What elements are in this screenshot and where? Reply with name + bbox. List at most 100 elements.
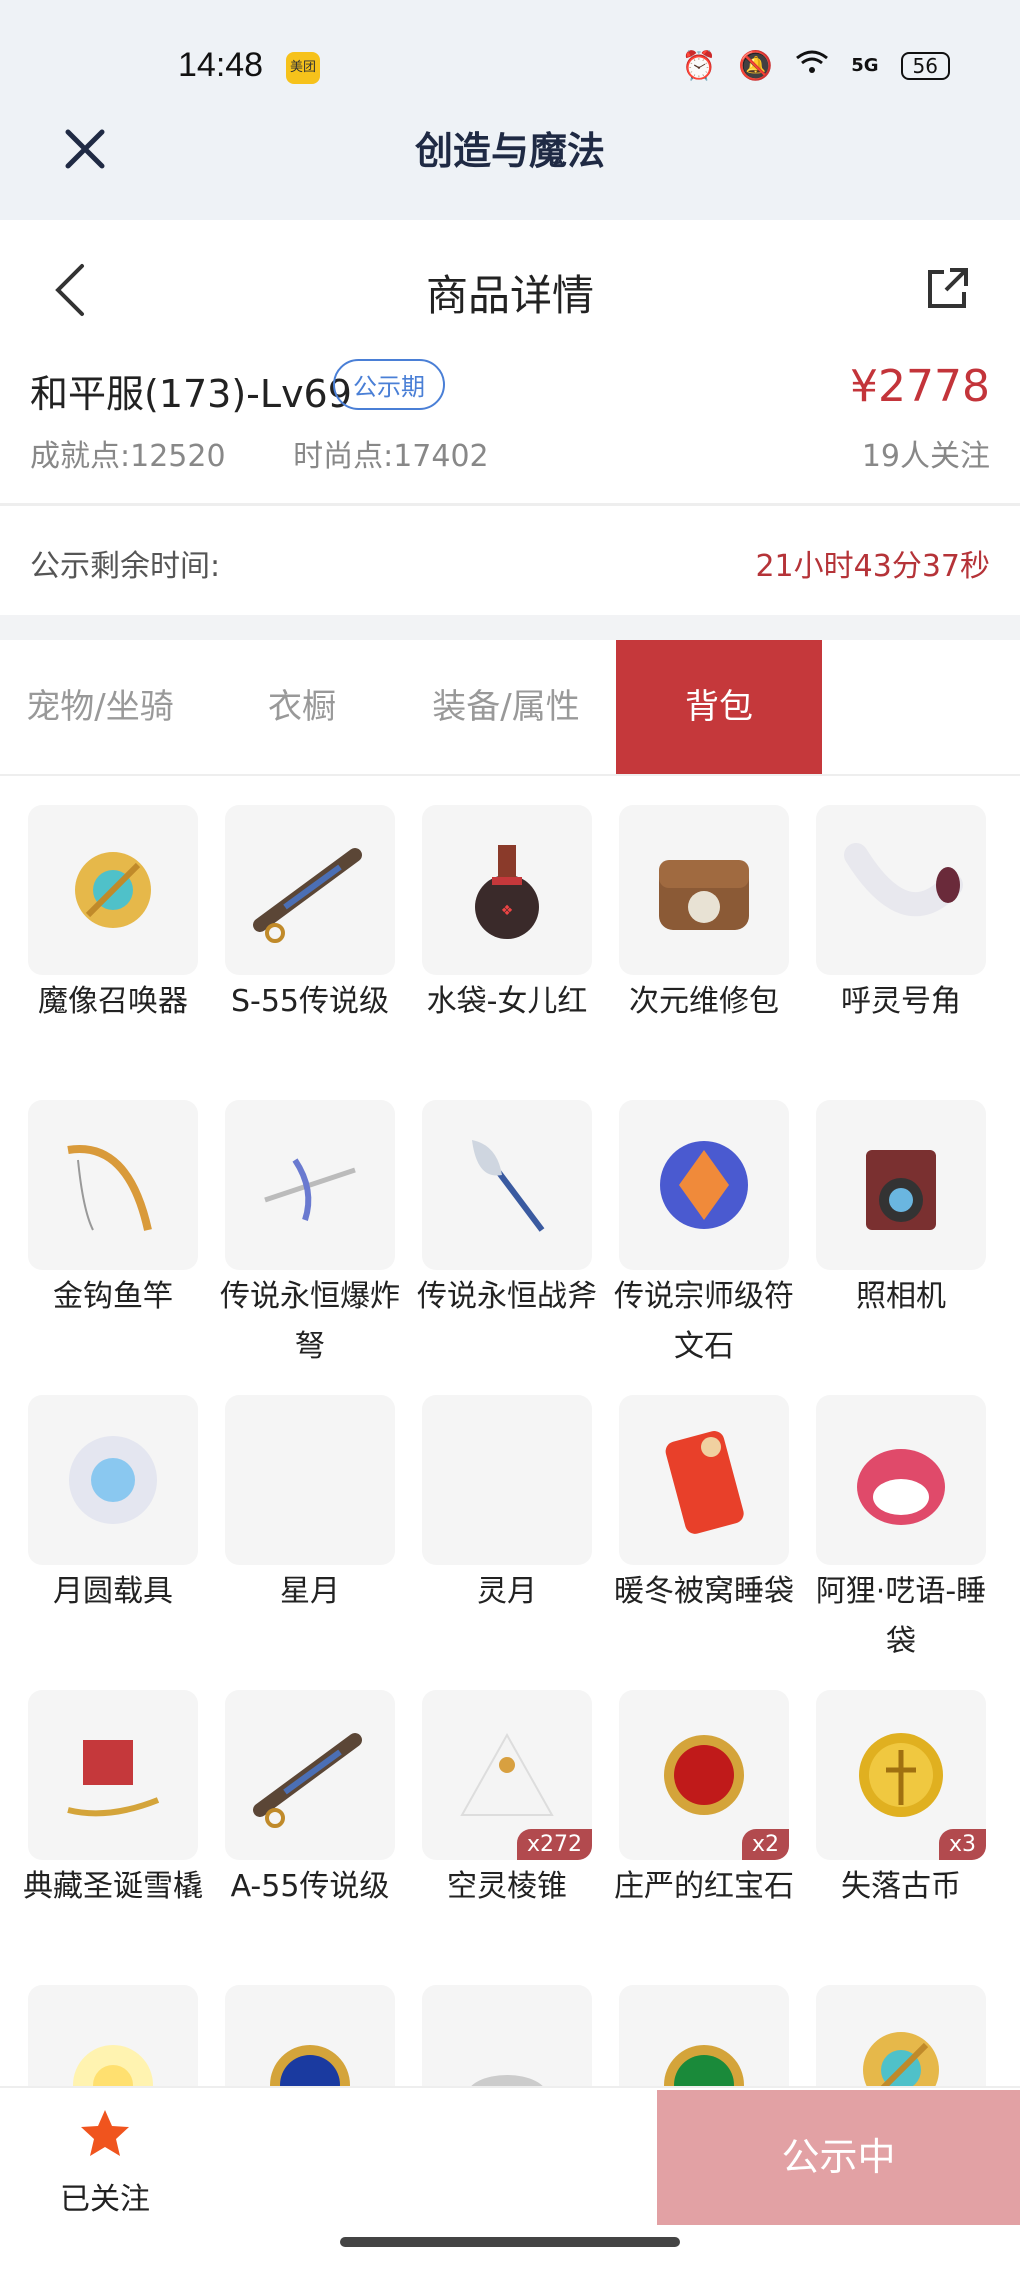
item-name: 暖冬被窝睡袋 bbox=[614, 1574, 794, 1609]
svg-text:❖: ❖ bbox=[501, 903, 514, 919]
item-thumbnail bbox=[816, 1395, 986, 1565]
sleeping-bag-icon bbox=[665, 1431, 744, 1534]
backpack-item[interactable]: 传说永恒战斧 bbox=[417, 1100, 597, 1322]
backpack-item[interactable]: A-55传说级 bbox=[225, 1690, 395, 1912]
rune-stone-icon bbox=[660, 1141, 748, 1229]
tab-wardrobe[interactable]: 衣橱 bbox=[200, 640, 404, 774]
backpack-item[interactable]: 传说宗师级符文石 bbox=[614, 1100, 794, 1372]
backpack-item[interactable]: x3 失落古币 bbox=[816, 1690, 986, 1912]
item-name: 金钩鱼竿 bbox=[53, 1279, 173, 1314]
item-thumbnail bbox=[816, 1100, 986, 1270]
battle-axe-icon bbox=[472, 1140, 545, 1232]
share-icon[interactable] bbox=[924, 266, 970, 312]
item-thumbnail bbox=[28, 1100, 198, 1270]
status-icons: ⏰ 🔕 5G 56 bbox=[681, 48, 950, 83]
gourd-bottle-icon: ❖ bbox=[475, 845, 539, 939]
mute-icon: 🔕 bbox=[738, 49, 774, 82]
item-name: 魔像召唤器 bbox=[38, 984, 188, 1019]
item-name: 月圆载具 bbox=[53, 1574, 173, 1609]
star-icon bbox=[81, 2110, 129, 2156]
battery-icon: 56 bbox=[900, 51, 950, 80]
gold-coin-icon bbox=[859, 1733, 943, 1817]
backpack-item[interactable]: S-55传说级 bbox=[225, 805, 395, 1027]
item-name: S-55传说级 bbox=[230, 984, 390, 1019]
backpack-item[interactable]: 魔像召唤器 bbox=[28, 805, 198, 1027]
follow-button[interactable]: 已关注 bbox=[50, 2106, 160, 2218]
item-thumbnail bbox=[28, 1395, 198, 1565]
item-thumbnail bbox=[225, 1395, 395, 1565]
backpack-item[interactable]: 传说永恒爆炸弩 bbox=[220, 1100, 400, 1372]
item-thumbnail bbox=[225, 1100, 395, 1270]
publicity-button[interactable]: 公示中 bbox=[657, 2090, 1020, 2225]
backpack-item[interactable]: 次元维修包 bbox=[619, 805, 789, 1027]
backpack-item[interactable]: x272 空灵棱锥 bbox=[422, 1690, 592, 1912]
item-name: 水袋-女儿红 bbox=[426, 984, 588, 1019]
item-name: 庄严的红宝石 bbox=[614, 1869, 794, 1904]
nav-bar: 商品详情 bbox=[0, 220, 1020, 360]
follower-count: 19人关注 bbox=[861, 439, 990, 474]
fashion-points: 时尚点:17402 bbox=[293, 439, 489, 474]
item-thumbnail bbox=[422, 1100, 592, 1270]
camera-icon bbox=[866, 1150, 936, 1230]
status-time: 14:48 bbox=[178, 46, 264, 84]
item-thumbnail bbox=[816, 805, 986, 975]
item-quantity: x2 bbox=[741, 1829, 789, 1860]
item-thumbnail bbox=[28, 805, 198, 975]
backpack-item[interactable]: 典藏圣诞雪橇 bbox=[23, 1690, 203, 1912]
remaining-label: 公示剩余时间: bbox=[30, 549, 221, 584]
remaining-time-row: 公示剩余时间: 21小时43分37秒 bbox=[0, 505, 1020, 615]
home-indicator bbox=[340, 2237, 680, 2247]
achievement-points: 成就点:12520 bbox=[30, 439, 226, 474]
app-title: 创造与魔法 bbox=[414, 129, 605, 173]
item-thumbnail: x3 bbox=[816, 1690, 986, 1860]
item-name: 星月 bbox=[280, 1574, 340, 1609]
signal-5g-icon: 5G bbox=[851, 55, 879, 76]
wifi-icon bbox=[795, 48, 829, 83]
fishing-rod-icon bbox=[67, 1145, 152, 1231]
moon-orb-icon bbox=[69, 1436, 157, 1524]
product-stats: 成就点:12520 时尚点:17402 bbox=[30, 431, 489, 475]
item-name: 次元维修包 bbox=[629, 984, 779, 1019]
backpack-item[interactable]: ❖ 水袋-女儿红 bbox=[422, 805, 592, 1027]
tab-pets-mounts[interactable]: 宠物/坐骑 bbox=[0, 640, 200, 774]
item-thumbnail bbox=[619, 1100, 789, 1270]
sleigh-icon bbox=[67, 1740, 160, 1817]
backpack-item[interactable]: 暖冬被窝睡袋 bbox=[614, 1395, 794, 1617]
gold-gear-icon bbox=[75, 852, 151, 928]
app-header: 创造与魔法 bbox=[0, 100, 1020, 220]
backpack-item[interactable]: 照相机 bbox=[816, 1100, 986, 1322]
product-price: ¥2778 bbox=[850, 361, 990, 412]
rifle-icon bbox=[253, 848, 362, 943]
blue-crescent-icon bbox=[464, 1445, 547, 1526]
backpack-item[interactable]: 星月 bbox=[225, 1395, 395, 1617]
backpack-item[interactable]: 金钩鱼竿 bbox=[28, 1100, 198, 1322]
follow-label: 已关注 bbox=[60, 2182, 150, 2217]
item-name: 空灵棱锥 bbox=[447, 1869, 567, 1904]
item-name: 呼灵号角 bbox=[841, 984, 961, 1019]
item-thumbnail bbox=[225, 1690, 395, 1860]
tab-equipment[interactable]: 装备/属性 bbox=[404, 640, 608, 774]
item-quantity: x3 bbox=[938, 1829, 986, 1860]
status-badge: 公示期 bbox=[333, 359, 445, 410]
red-gem-icon bbox=[664, 1735, 744, 1815]
item-quantity: x272 bbox=[516, 1829, 592, 1860]
pyramid-icon bbox=[460, 1732, 554, 1816]
backpack-item[interactable]: 月圆载具 bbox=[28, 1395, 198, 1617]
rifle-icon bbox=[253, 1733, 362, 1828]
item-name: 传说永恒战斧 bbox=[417, 1279, 597, 1314]
backpack-item[interactable]: 阿狸·呓语-睡袋 bbox=[816, 1395, 986, 1667]
item-thumbnail: x272 bbox=[422, 1690, 592, 1860]
item-name: 灵月 bbox=[477, 1574, 537, 1609]
product-name: 和平服(173)-Lv69 bbox=[30, 372, 352, 416]
tab-bar: 宠物/坐骑 衣橱 装备/属性 背包 bbox=[0, 640, 1020, 776]
item-name: 传说永恒爆炸弩 bbox=[220, 1279, 400, 1364]
crossbow-icon bbox=[264, 1158, 356, 1221]
backpack-item[interactable]: x2 庄严的红宝石 bbox=[614, 1690, 794, 1912]
backpack-item[interactable]: 呼灵号角 bbox=[816, 805, 986, 1027]
item-thumbnail bbox=[619, 1395, 789, 1565]
tab-backpack[interactable]: 背包 bbox=[616, 640, 822, 774]
item-thumbnail bbox=[422, 1395, 592, 1565]
item-thumbnail bbox=[619, 805, 789, 975]
backpack-item[interactable]: 灵月 bbox=[422, 1395, 592, 1617]
horn-icon bbox=[844, 843, 963, 917]
